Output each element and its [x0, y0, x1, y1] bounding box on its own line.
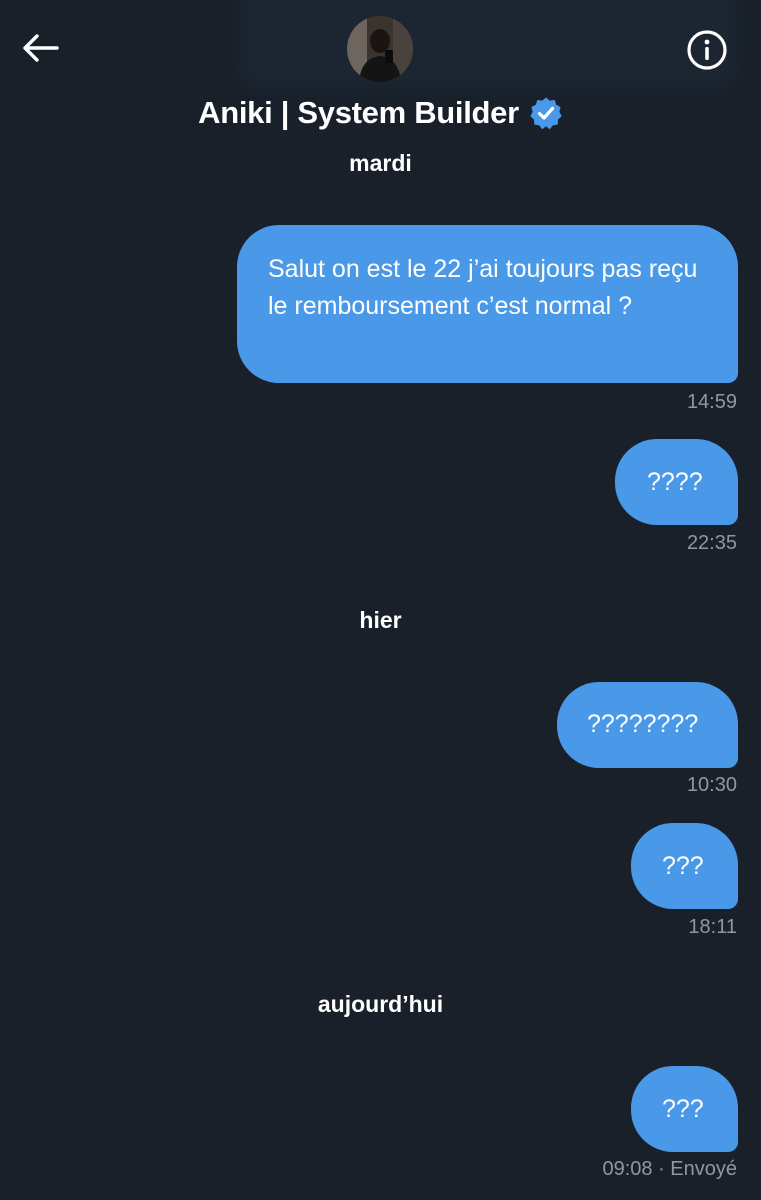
contact-name-row[interactable]: Aniki | System Builder [0, 92, 761, 134]
date-separator-mardi: mardi [349, 150, 412, 176]
contact-name: Aniki | System Builder [198, 95, 519, 130]
avatar-photo [347, 16, 413, 82]
message-timestamp-5: 09:08 · Envoyé [602, 1158, 737, 1181]
conversation-header: Aniki | System Builder [0, 0, 761, 140]
message-status: · Envoyé [652, 1158, 737, 1180]
message-bubble-1[interactable]: Salut on est le 22 j’ai toujours pas reç… [237, 225, 738, 383]
message-text: ???????? [587, 710, 699, 738]
message-bubble-3[interactable]: ???????? [557, 682, 738, 768]
message-timestamp-4: 18:11 [688, 916, 737, 938]
message-bubble-5[interactable]: ??? [631, 1066, 738, 1152]
arrow-left-icon [23, 34, 59, 62]
message-bubble-4[interactable]: ??? [631, 823, 738, 909]
message-timestamp-3: 10:30 [686, 774, 737, 796]
message-text: ??? [662, 1095, 704, 1123]
date-separator-today: aujourd’hui [317, 991, 444, 1017]
message-text: Salut on est le 22 j’ai toujours pas reç… [268, 255, 698, 320]
info-circle-icon [687, 30, 727, 70]
info-button[interactable] [686, 29, 728, 71]
message-timestamp-2: 22:35 [686, 532, 737, 554]
back-button[interactable] [20, 28, 60, 68]
message-text: ??? [662, 852, 704, 880]
message-bubble-2[interactable]: ???? [615, 439, 738, 525]
dm-conversation-screen: Aniki | System Builder mardi Salut on es… [0, 0, 761, 1200]
avatar[interactable] [347, 16, 413, 82]
message-timestamp-1: 14:59 [686, 391, 737, 413]
date-separator-hier: hier [359, 607, 402, 633]
message-text: ???? [647, 468, 703, 496]
verified-badge-icon [529, 96, 563, 130]
message-time: 09:08 [602, 1158, 653, 1180]
